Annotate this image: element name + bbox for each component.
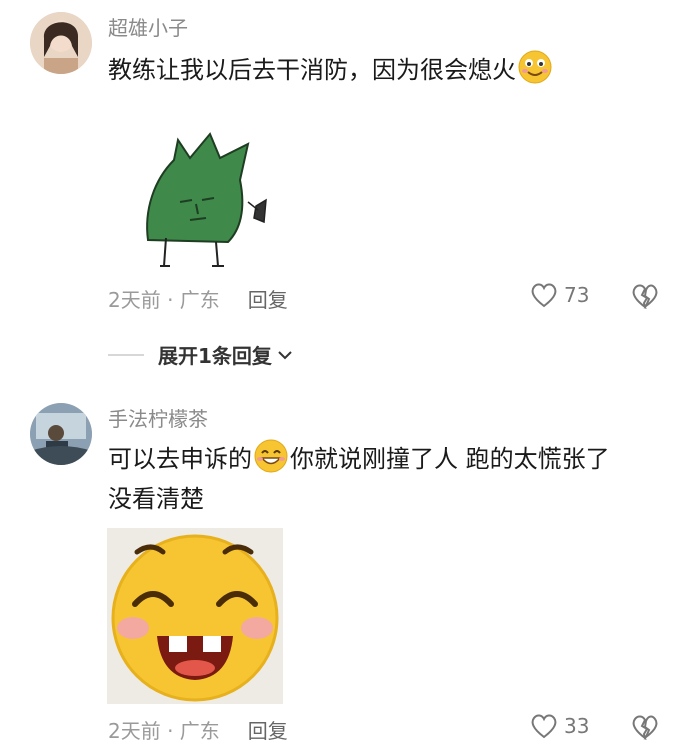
comment-text-part: 你就说刚撞了人 跑的太慌张了 [290, 445, 610, 473]
time-location: 2天前 · 广东 [108, 719, 220, 743]
time-location: 2天前 · 广东 [108, 288, 220, 312]
comment-text: 教练让我以后去干消防，因为很会熄火 [108, 50, 554, 90]
grin-emoji-icon [254, 439, 288, 473]
green-leaf-sticker [146, 132, 267, 267]
divider [108, 353, 144, 356]
smile-emoji-icon [518, 50, 552, 84]
heart-icon [531, 714, 557, 739]
comment-item: 手法柠檬茶 可以去申诉的 你就说刚撞了人 跑的太慌张了 没看清楚 2天前 · 广东… [0, 395, 690, 755]
comment-text: 可以去申诉的 你就说刚撞了人 跑的太慌张了 没看清楚 [108, 439, 668, 519]
comment-meta: 2天前 · 广东 回复 [108, 284, 288, 313]
broken-heart-icon[interactable] [631, 283, 659, 309]
broken-heart-icon[interactable] [631, 714, 659, 740]
like-button[interactable]: 73 [530, 282, 589, 308]
chevron-down-icon [278, 350, 292, 359]
heart-icon [531, 283, 557, 308]
expand-replies-button[interactable]: 展开1条回复 [108, 340, 294, 369]
avatar[interactable] [30, 403, 92, 465]
laughing-face-sticker[interactable] [107, 528, 283, 704]
comment-text-part: 可以去申诉的 [108, 445, 252, 473]
comment-item: 超雄小子 教练让我以后去干消防，因为很会熄火 2天前 · 广东 回复 73 [0, 0, 690, 330]
like-button[interactable]: 33 [530, 713, 589, 739]
like-count: 33 [564, 714, 590, 738]
reply-button[interactable]: 回复 [248, 288, 288, 312]
expand-replies-label: 展开1条回复 [158, 344, 272, 368]
reply-button[interactable]: 回复 [248, 719, 288, 743]
avatar[interactable] [30, 12, 92, 74]
comment-text-line: 可以去申诉的 你就说刚撞了人 跑的太慌张了 [108, 439, 668, 479]
comment-meta: 2天前 · 广东 回复 [108, 715, 288, 744]
comment-text-line: 没看清楚 [108, 485, 204, 513]
username[interactable]: 超雄小子 [108, 12, 188, 41]
username[interactable]: 手法柠檬茶 [108, 403, 208, 432]
comment-text-part: 教练让我以后去干消防，因为很会熄火 [108, 56, 516, 84]
like-count: 73 [564, 283, 590, 307]
